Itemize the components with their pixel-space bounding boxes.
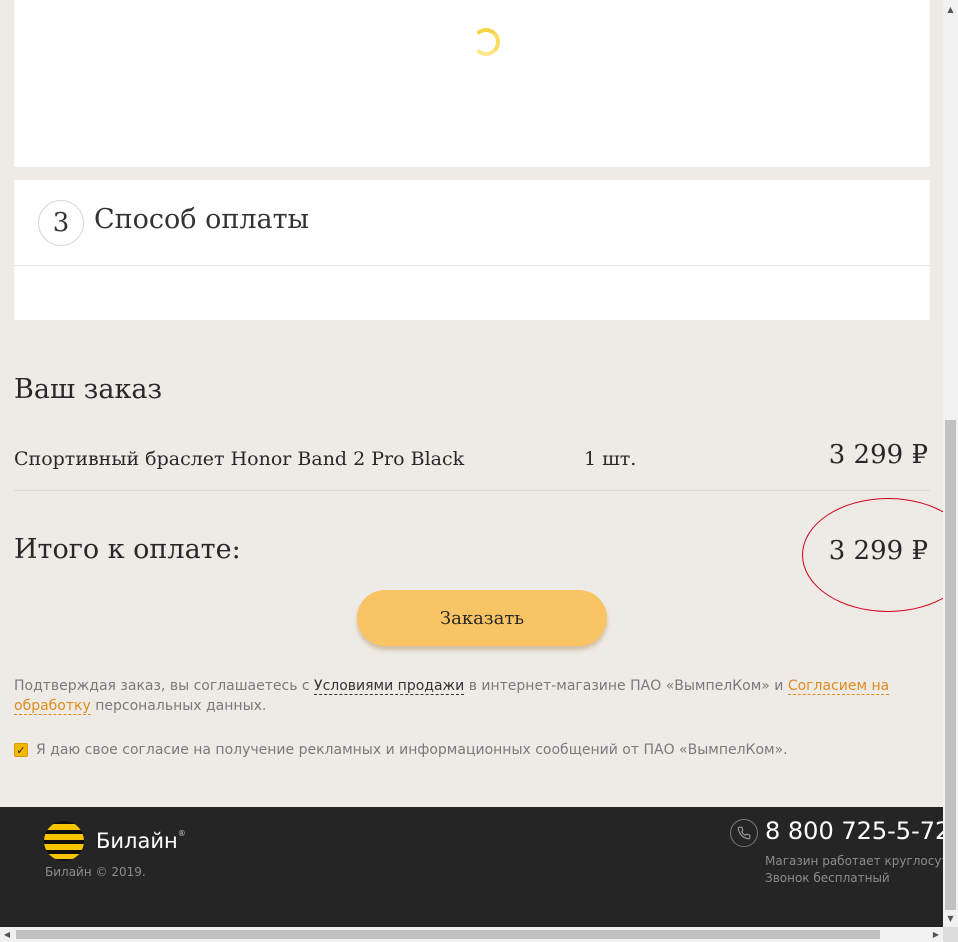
place-order-button[interactable]: Заказать	[357, 590, 607, 646]
annotation-circle	[802, 498, 958, 612]
phone-number[interactable]: 8 800 725-5-725	[765, 817, 958, 845]
order-title: Ваш заказ	[14, 374, 163, 405]
brand-name: Билайн®	[96, 829, 186, 853]
item-quantity: 1 шт.	[584, 448, 637, 470]
order-divider	[14, 490, 930, 491]
shop-hours: Магазин работает круглосуточно Звонок бе…	[765, 853, 958, 887]
marketing-consent-checkbox[interactable]: ✓	[14, 743, 28, 757]
footer: Билайн® Билайн © 2019. 8 800 725-5-725 М…	[0, 807, 958, 927]
hours-text: Магазин работает круглосуточно	[765, 854, 958, 868]
beeline-logo[interactable]: Билайн®	[44, 821, 186, 861]
panel-divider	[14, 265, 930, 266]
scroll-right-icon[interactable]: ▶	[929, 927, 943, 942]
terms-of-sale-link[interactable]: Условиями продажи	[314, 678, 465, 695]
loading-spinner-icon	[472, 28, 500, 56]
free-call-text: Звонок бесплатный	[765, 871, 890, 885]
step-number-badge: 3	[38, 200, 84, 246]
agreement-text: Подтверждая заказ, вы соглашаетесь с Усл…	[14, 676, 914, 716]
phone-icon	[730, 819, 758, 847]
horizontal-scroll-thumb[interactable]	[16, 930, 880, 939]
order-item-row: Спортивный браслет Honor Band 2 Pro Blac…	[14, 440, 930, 490]
scroll-up-icon[interactable]: ▲	[943, 2, 958, 16]
item-price: 3 299 ₽	[828, 440, 928, 470]
copyright: Билайн © 2019.	[45, 865, 146, 879]
agreement-middle: в интернет-магазине ПАО «ВымпелКом» и	[464, 678, 788, 694]
scroll-left-icon[interactable]: ◀	[0, 927, 14, 942]
delivery-panel	[14, 0, 930, 167]
agreement-prefix: Подтверждая заказ, вы соглашаетесь с	[14, 678, 315, 694]
scroll-down-icon[interactable]: ▼	[943, 911, 958, 925]
vertical-scroll-thumb[interactable]	[945, 420, 956, 910]
beeline-logo-icon	[44, 821, 84, 861]
marketing-consent-label[interactable]: Я даю свое согласие на получение рекламн…	[36, 742, 788, 758]
horizontal-scrollbar[interactable]: ◀ ▶	[0, 927, 943, 942]
item-name: Спортивный браслет Honor Band 2 Pro Blac…	[14, 448, 465, 470]
total-label: Итого к оплате:	[14, 534, 241, 565]
marketing-consent-row[interactable]: ✓ Я даю свое согласие на получение рекла…	[14, 740, 788, 760]
payment-method-panel: 3 Способ оплаты	[14, 180, 930, 320]
payment-method-title[interactable]: Способ оплаты	[94, 204, 309, 235]
vertical-scrollbar[interactable]: ▲ ▼	[943, 0, 958, 927]
scrollbar-corner	[943, 927, 958, 942]
agreement-suffix: персональных данных.	[90, 698, 267, 714]
